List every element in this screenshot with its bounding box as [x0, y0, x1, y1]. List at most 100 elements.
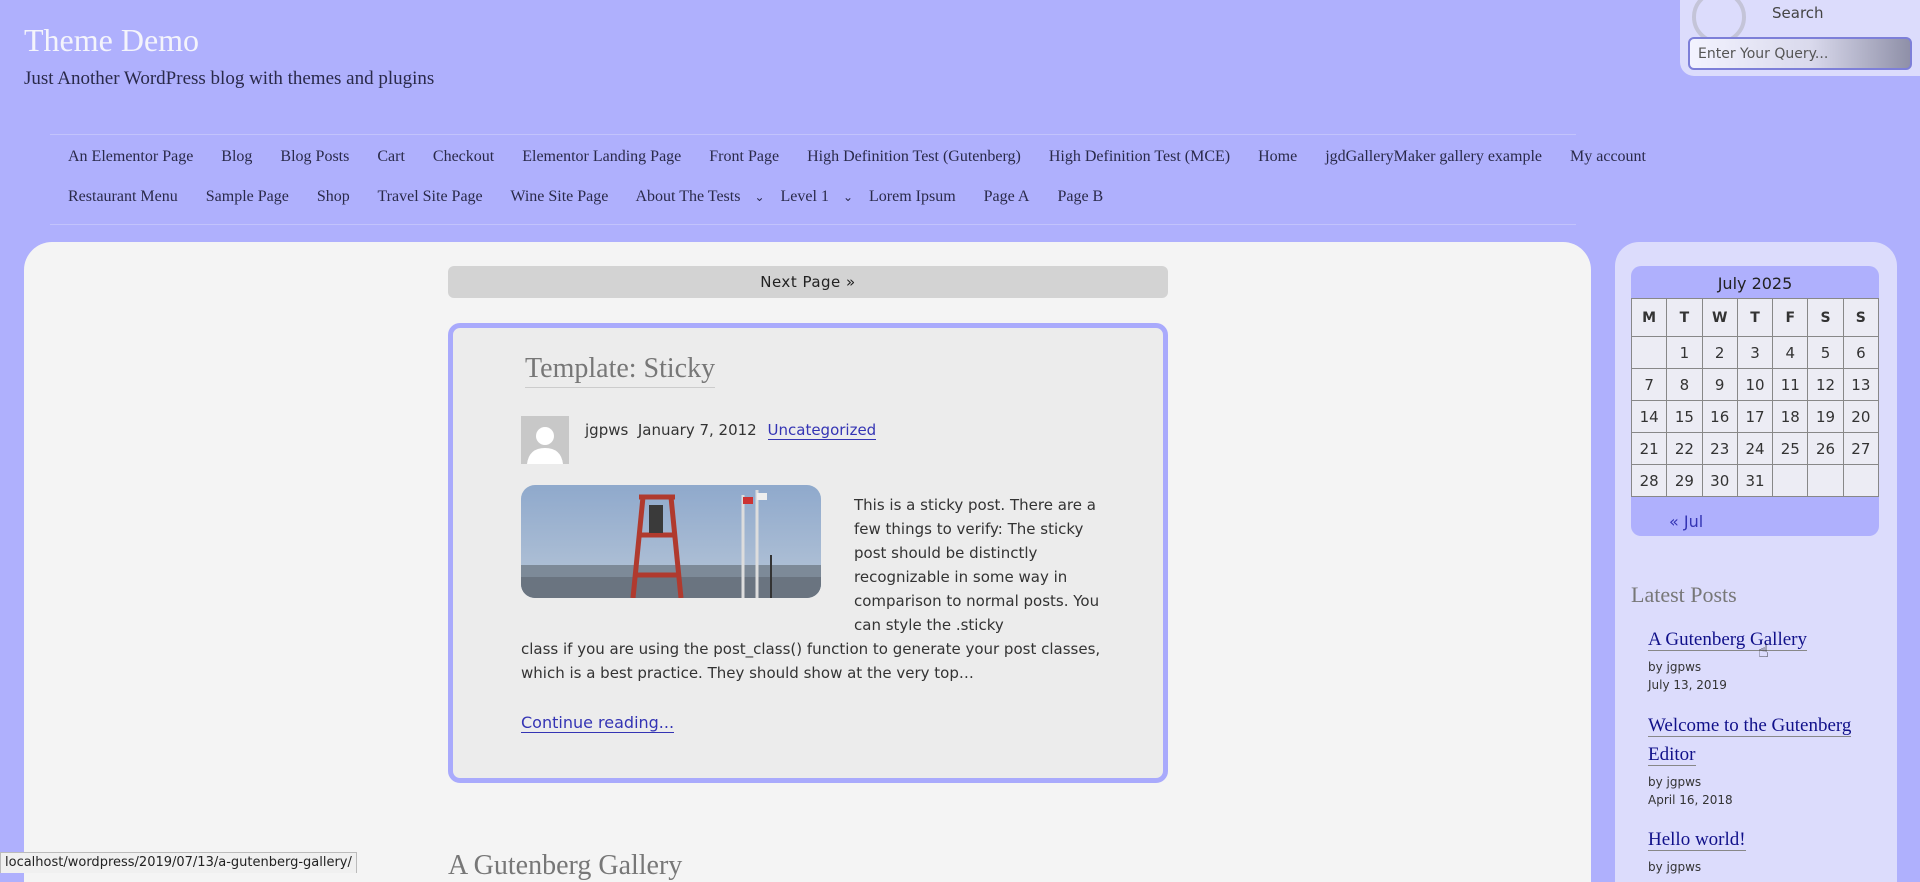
- weekday: F: [1772, 298, 1809, 337]
- calendar-day: 27: [1842, 432, 1880, 465]
- nav-item-about-the-tests[interactable]: About The Tests: [636, 188, 741, 205]
- calendar-table: M T W T F S S 1 2 3 4 5 6 7 8 9 10 11 12 13 14 15 16 17 1…: [1630, 298, 1880, 497]
- next-post-title[interactable]: A Gutenberg Gallery: [448, 850, 682, 882]
- calendar-prev-month-link[interactable]: « Jul: [1669, 512, 1703, 531]
- site-title[interactable]: Theme Demo: [24, 22, 199, 59]
- calendar-day: 22: [1666, 432, 1703, 465]
- calendar-empty-cell: [1842, 464, 1880, 497]
- calendar-weekdays: M T W T F S S: [1630, 298, 1880, 337]
- calendar-day: 23: [1701, 432, 1738, 465]
- nav-item-blog-posts[interactable]: Blog Posts: [280, 148, 349, 165]
- search-widget: Search: [1680, 0, 1920, 76]
- calendar-day: 6: [1842, 336, 1880, 369]
- calendar-day: 28: [1630, 464, 1668, 497]
- latest-post-author: by jgpws: [1648, 660, 1702, 674]
- calendar-day: 19: [1807, 400, 1844, 433]
- weekday: T: [1736, 298, 1774, 337]
- post-title[interactable]: Template: Sticky: [525, 353, 716, 388]
- nav-item-page-b[interactable]: Page B: [1057, 188, 1103, 205]
- calendar-day: 12: [1807, 368, 1844, 401]
- nav-item-hd-test-gutenberg[interactable]: High Definition Test (Gutenberg): [807, 148, 1021, 165]
- next-page-button[interactable]: Next Page »: [448, 266, 1168, 298]
- calendar-week: 28 29 30 31: [1630, 464, 1880, 497]
- mouse-pointer-icon: ☝: [1758, 641, 1769, 662]
- calendar-day: 3: [1736, 336, 1774, 369]
- weekday: S: [1807, 298, 1844, 337]
- calendar-day: 16: [1701, 400, 1738, 433]
- calendar-day: 10: [1736, 368, 1774, 401]
- post-author[interactable]: jgpws: [585, 421, 628, 439]
- calendar-empty-cell: [1630, 336, 1668, 369]
- post-meta: jgpws January 7, 2012 Uncategorized: [585, 421, 877, 440]
- latest-post-item: Hello world! by jgpws: [1648, 825, 1878, 874]
- calendar-day: 15: [1666, 400, 1703, 433]
- sidebar: July 2025 M T W T F S S 1 2 3 4 5 6 7 8 9 10 11 12 1…: [1615, 242, 1897, 882]
- calendar-day: 17: [1736, 400, 1774, 433]
- nav-item-page-a[interactable]: Page A: [984, 188, 1030, 205]
- nav-item-sample-page[interactable]: Sample Page: [206, 188, 289, 205]
- calendar-day: 24: [1736, 432, 1774, 465]
- calendar-week: 7 8 9 10 11 12 13: [1630, 368, 1880, 401]
- nav-item-hd-test-mce[interactable]: High Definition Test (MCE): [1049, 148, 1230, 165]
- nav-item-elementor-landing-page[interactable]: Elementor Landing Page: [522, 148, 681, 165]
- calendar-day: 13: [1842, 368, 1880, 401]
- calendar-week: 21 22 23 24 25 26 27: [1630, 432, 1880, 465]
- weekday: M: [1630, 298, 1668, 337]
- latest-post-title[interactable]: A Gutenberg Gallery: [1648, 629, 1807, 651]
- post-date: January 7, 2012: [637, 421, 757, 439]
- calendar-day: 14: [1630, 400, 1668, 433]
- nav-item-blog[interactable]: Blog: [221, 148, 252, 165]
- avatar: [521, 416, 569, 464]
- calendar-caption: July 2025: [1717, 274, 1793, 293]
- latest-post-item: Welcome to the Gutenberg Editor by jgpws…: [1648, 711, 1878, 807]
- nav-row-1: An Elementor Page Blog Blog Posts Cart C…: [68, 148, 1670, 166]
- post-excerpt: class if you are using the post_class() …: [521, 640, 1101, 682]
- post-excerpt-side: This is a sticky post. There are a few t…: [854, 496, 1100, 634]
- nav-item-home[interactable]: Home: [1258, 148, 1297, 165]
- nav-item-checkout[interactable]: Checkout: [433, 148, 494, 165]
- calendar-day: 26: [1807, 432, 1844, 465]
- nav-item-lorem-ipsum[interactable]: Lorem Ipsum: [869, 188, 956, 205]
- latest-post-author: by jgpws: [1648, 775, 1702, 789]
- chevron-down-icon[interactable]: ⌄: [843, 190, 853, 204]
- menu-divider-top: [50, 134, 1576, 135]
- calendar-widget: July 2025 M T W T F S S 1 2 3 4 5 6 7 8 9 10 11 12 1…: [1630, 266, 1880, 536]
- nav-item-my-account[interactable]: My account: [1570, 148, 1646, 165]
- calendar-day: 20: [1842, 400, 1880, 433]
- search-label: Search: [1772, 4, 1824, 22]
- weekday: W: [1701, 298, 1738, 337]
- nav-row-2: Restaurant Menu Sample Page Shop Travel …: [68, 188, 1127, 206]
- nav-item-shop[interactable]: Shop: [317, 188, 350, 205]
- sticky-post-card: Template: Sticky jgpws January 7, 2012 U…: [448, 323, 1168, 783]
- latest-post-title[interactable]: Hello world!: [1648, 829, 1746, 851]
- post-category-link[interactable]: Uncategorized: [767, 421, 877, 440]
- latest-post-date: April 16, 2018: [1648, 793, 1733, 807]
- nav-item-travel-site-page[interactable]: Travel Site Page: [377, 188, 482, 205]
- calendar-day: 5: [1807, 336, 1844, 369]
- calendar-week: 14 15 16 17 18 19 20: [1630, 400, 1880, 433]
- nav-item-wine-site-page[interactable]: Wine Site Page: [510, 188, 608, 205]
- chevron-down-icon[interactable]: ⌄: [754, 190, 764, 204]
- weekday: T: [1666, 298, 1703, 337]
- latest-posts-heading: Latest Posts: [1631, 582, 1737, 607]
- continue-reading-link[interactable]: Continue reading...: [521, 713, 675, 733]
- calendar-empty-cell: [1772, 464, 1809, 497]
- nav-item-level-1[interactable]: Level 1: [781, 188, 829, 205]
- search-input[interactable]: [1688, 37, 1912, 70]
- calendar-week: 123456: [1630, 336, 1880, 369]
- calendar-day: 4: [1772, 336, 1809, 369]
- nav-item-jgdgallerymaker[interactable]: jgdGalleryMaker gallery example: [1325, 148, 1542, 165]
- nav-item-cart[interactable]: Cart: [377, 148, 405, 165]
- menu-divider-bottom: [50, 224, 1576, 225]
- nav-item-an-elementor-page[interactable]: An Elementor Page: [68, 148, 193, 165]
- calendar-day: 30: [1701, 464, 1738, 497]
- nav-item-front-page[interactable]: Front Page: [709, 148, 779, 165]
- calendar-day: 31: [1736, 464, 1774, 497]
- latest-post-title[interactable]: Welcome to the Gutenberg Editor: [1648, 715, 1852, 766]
- calendar-day: 21: [1630, 432, 1668, 465]
- calendar-day: 7: [1630, 368, 1668, 401]
- nav-item-restaurant-menu[interactable]: Restaurant Menu: [68, 188, 178, 205]
- calendar-day: 29: [1666, 464, 1703, 497]
- calendar-day: 2: [1701, 336, 1738, 369]
- post-featured-image[interactable]: [521, 485, 821, 598]
